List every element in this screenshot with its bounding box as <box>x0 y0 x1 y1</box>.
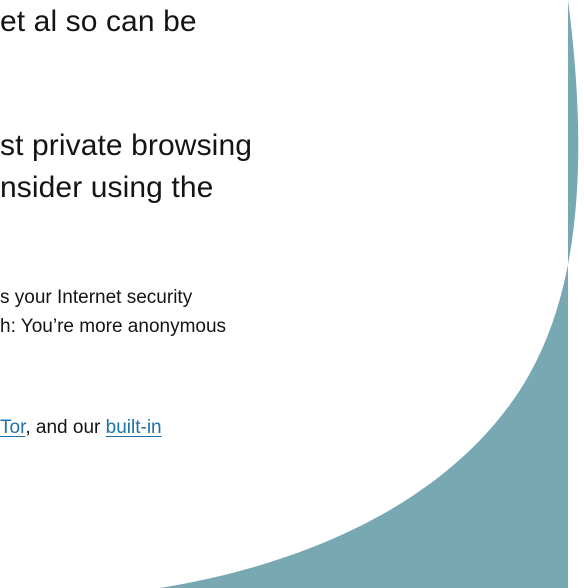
text-line-6-middle: , and our <box>25 417 106 438</box>
built-in-link[interactable]: built-in <box>106 417 162 438</box>
text-line-1: et al so can be <box>0 5 197 38</box>
text-line-5: h: You’re more anonymous <box>0 316 227 337</box>
page-content: et al so can be st private browsing nsid… <box>0 0 584 588</box>
text-line-6: Tor, and our built-in <box>0 415 162 441</box>
tor-link[interactable]: Tor <box>0 417 25 438</box>
text-line-3: nsider using the <box>0 171 214 204</box>
text-line-2: st private browsing <box>0 129 253 162</box>
text-line-4: s your Internet security <box>0 287 193 308</box>
